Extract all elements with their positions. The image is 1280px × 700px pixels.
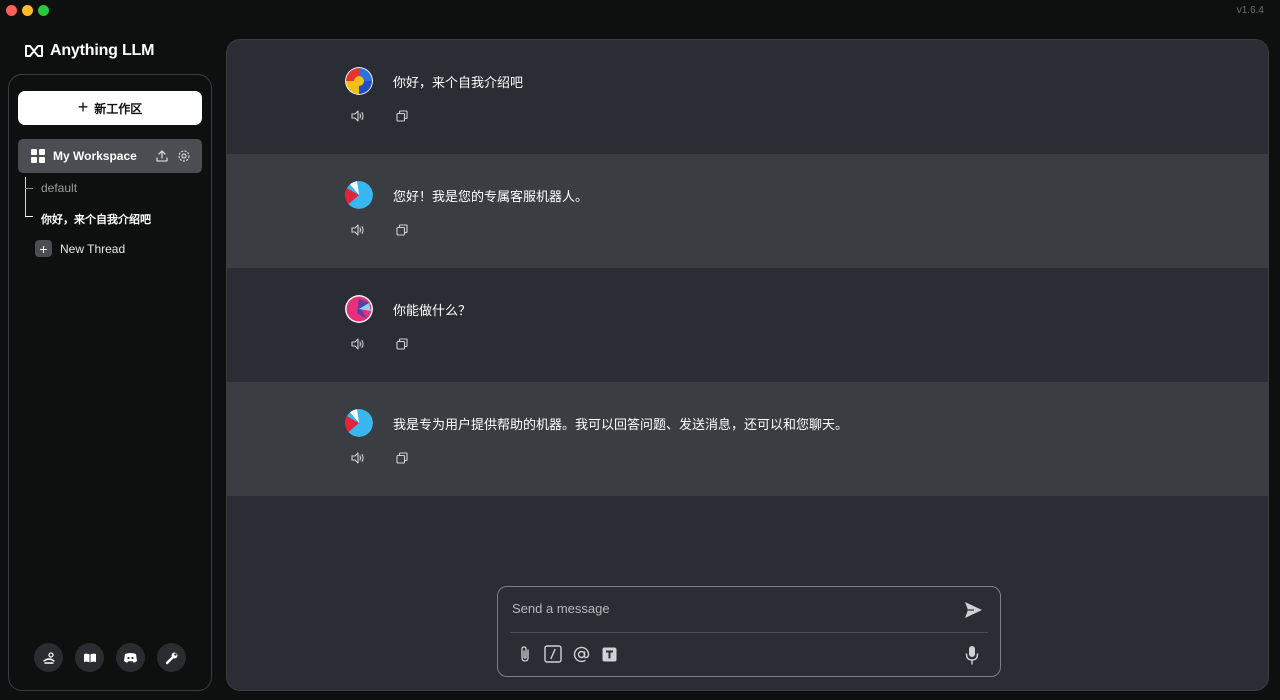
close-window-button[interactable]: [6, 5, 17, 16]
message-text: 你能做什么？: [393, 303, 472, 318]
sidebar-footer: [34, 643, 186, 672]
speaker-icon[interactable]: [351, 451, 365, 465]
app-version: v1.6.4: [1236, 5, 1264, 16]
plus-icon: +: [77, 97, 89, 117]
composer-tools: [516, 645, 618, 663]
chat-message-assistant: 我是专为用户提供帮助的机器。我可以回答问题、发送消息，还可以和您聊天。: [227, 382, 1268, 496]
minimize-window-button[interactable]: [22, 5, 33, 16]
app-logo: Anything LLM: [24, 40, 154, 62]
message-actions: [351, 109, 409, 123]
thread-tree-branch: [25, 188, 33, 189]
message-actions: [351, 451, 409, 465]
message-actions: [351, 337, 409, 351]
settings-wrench-icon[interactable]: [157, 643, 186, 672]
user-avatar: [345, 67, 373, 95]
title-bar: v1.6.4: [0, 0, 1280, 26]
new-thread-label: New Thread: [60, 241, 126, 256]
plus-icon: +: [35, 240, 52, 257]
thread-item-active[interactable]: 你好，来个自我介绍吧: [41, 211, 151, 227]
at-mention-icon[interactable]: [572, 645, 590, 663]
chat-message-user: 你能做什么？: [227, 268, 1268, 382]
speaker-icon[interactable]: [351, 223, 365, 237]
chat-message-assistant: 您好！我是您的专属客服机器人。: [227, 154, 1268, 268]
send-icon[interactable]: [962, 599, 984, 621]
docs-book-icon[interactable]: [75, 643, 104, 672]
copy-icon[interactable]: [395, 337, 409, 351]
chat-panel: 你好，来个自我介绍吧 您好！我是您的专属客服机器人。 你能做什么？ 我是专为用户…: [226, 39, 1269, 691]
new-workspace-button[interactable]: + 新工作区: [18, 91, 202, 125]
sidebar: + 新工作区 My Workspace default 你好，来个自我介绍吧 +…: [8, 74, 212, 691]
paperclip-icon[interactable]: [516, 645, 534, 663]
user-avatar: [345, 295, 373, 323]
assistant-avatar: [345, 409, 373, 437]
thread-tree-line: [25, 177, 26, 217]
message-text: 您好！我是您的专属客服机器人。: [393, 189, 589, 204]
upload-icon[interactable]: [154, 148, 170, 164]
new-workspace-label: 新工作区: [94, 101, 143, 116]
copy-icon[interactable]: [395, 109, 409, 123]
message-text: 我是专为用户提供帮助的机器。我可以回答问题、发送消息，还可以和您聊天。: [393, 417, 849, 432]
anything-llm-logo-icon: [25, 45, 43, 57]
message-input[interactable]: [512, 595, 952, 621]
copy-icon[interactable]: [395, 451, 409, 465]
message-text: 你好，来个自我介绍吧: [393, 75, 524, 90]
assistant-avatar: [345, 181, 373, 209]
message-composer: [497, 586, 1001, 677]
thread-item-default[interactable]: default: [41, 181, 77, 195]
composer-divider: [510, 632, 988, 633]
speaker-icon[interactable]: [351, 337, 365, 351]
logo-text: Anything LLM: [50, 42, 155, 59]
speaker-icon[interactable]: [351, 109, 365, 123]
maximize-window-button[interactable]: [38, 5, 49, 16]
microphone-icon[interactable]: [964, 645, 980, 665]
copy-icon[interactable]: [395, 223, 409, 237]
workspace-grid-icon: [31, 149, 45, 163]
workspace-item-my-workspace[interactable]: My Workspace: [18, 139, 202, 173]
new-thread-button[interactable]: + New Thread: [35, 240, 125, 257]
gear-icon[interactable]: [176, 148, 192, 164]
text-size-icon[interactable]: [600, 645, 618, 663]
discord-icon[interactable]: [116, 643, 145, 672]
slash-command-icon[interactable]: [544, 645, 562, 663]
workspace-name: My Workspace: [53, 149, 137, 163]
message-actions: [351, 223, 409, 237]
community-hub-icon[interactable]: [34, 643, 63, 672]
thread-tree-branch-active: [25, 216, 33, 217]
chat-message-user: 你好，来个自我介绍吧: [227, 40, 1268, 154]
